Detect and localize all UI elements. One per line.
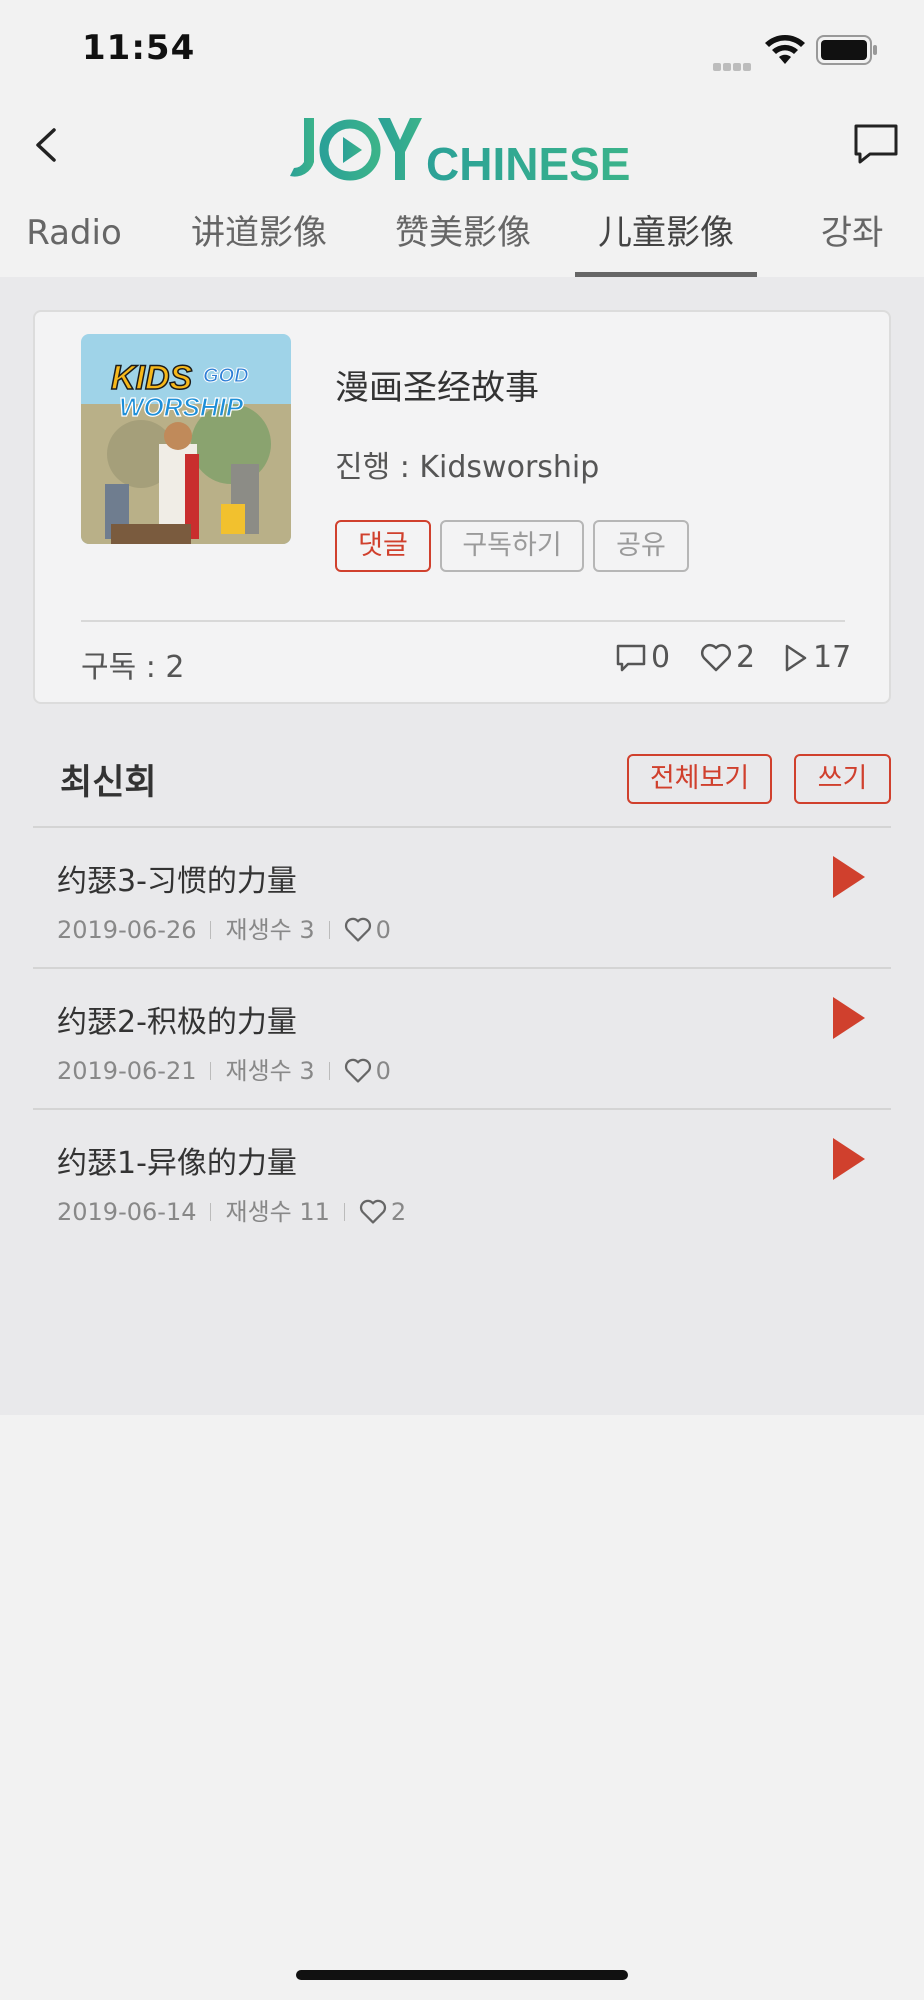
view-all-button[interactable]: 전체보기 (627, 754, 772, 804)
subscribe-button[interactable]: 구독하기 (440, 520, 584, 572)
content-area: KIDS GOD WORSHIP 漫画圣经故事 진행 : Kidsworship… (0, 277, 924, 1415)
category-tabs: Radio 讲道影像 赞美影像 儿童影像 강좌 (0, 205, 924, 277)
comment-icon (616, 644, 646, 672)
like-stat: 2 (700, 640, 755, 680)
episode-date: 2019-06-26 (57, 916, 197, 944)
comment-count: 0 (651, 640, 671, 675)
series-card: KIDS GOD WORSHIP 漫画圣经故事 진행 : Kidsworship… (33, 310, 891, 704)
episode-title: 约瑟3-习惯的力量 (57, 864, 297, 899)
share-button[interactable]: 공유 (593, 520, 689, 572)
episode-date: 2019-06-21 (57, 1057, 197, 1085)
episode-meta: 2019-06-26 재생수 3 0 (57, 910, 391, 945)
tab-children-video[interactable]: 儿童影像 (593, 205, 739, 277)
thumbnail-worship-text: WORSHIP (119, 392, 244, 422)
heart-icon (700, 643, 732, 672)
thumbnail-god-text: GOD (203, 365, 249, 387)
episode-meta: 2019-06-14 재생수 11 2 (57, 1192, 406, 1227)
tab-lecture[interactable]: 강좌 (820, 205, 884, 277)
episode-plays: 재생수 3 (225, 916, 315, 944)
episode-row[interactable]: 约瑟3-习惯的力量 2019-06-26 재생수 3 0 (33, 828, 891, 969)
card-divider (81, 620, 845, 622)
status-bar: 11:54 (0, 0, 924, 100)
series-title: 漫画圣经故事 (335, 368, 539, 408)
tab-sermon-video[interactable]: 讲道影像 (186, 205, 332, 277)
heart-icon (344, 1058, 371, 1083)
play-icon[interactable] (831, 1136, 867, 1182)
tab-praise-video[interactable]: 赞美影像 (390, 205, 536, 277)
comment-stat: 0 (615, 640, 670, 680)
episode-date: 2019-06-14 (57, 1198, 197, 1226)
message-icon[interactable] (850, 118, 902, 170)
episode-row[interactable]: 约瑟2-积极的力量 2019-06-21 재생수 3 0 (33, 969, 891, 1110)
back-arrow-icon[interactable] (22, 120, 72, 170)
episode-meta: 2019-06-21 재생수 3 0 (57, 1051, 391, 1086)
series-thumbnail[interactable]: KIDS GOD WORSHIP (81, 334, 291, 544)
joy-chinese-logo: CHINESE (290, 118, 630, 190)
status-time: 11:54 (82, 28, 196, 68)
play-count: 17 (813, 640, 852, 675)
heart-icon (344, 917, 371, 942)
episode-plays: 재생수 11 (225, 1198, 330, 1226)
episode-plays: 재생수 3 (225, 1057, 315, 1085)
subscriber-count: 구독 : 2 (81, 650, 185, 685)
wifi-icon (765, 35, 805, 64)
battery-icon (816, 35, 877, 65)
play-outline-icon (785, 644, 807, 672)
cellular-signal-icon (713, 56, 755, 71)
episode-title: 约瑟2-积极的力量 (57, 1005, 297, 1040)
tab-radio[interactable]: Radio (26, 205, 122, 277)
play-icon[interactable] (831, 854, 867, 900)
like-count: 2 (736, 640, 756, 675)
episode-likes: 2 (390, 1198, 407, 1226)
heart-icon (359, 1199, 386, 1224)
episode-likes: 0 (375, 1057, 391, 1085)
home-indicator[interactable] (296, 1970, 628, 1980)
latest-section-title: 최신회 (60, 763, 157, 803)
logo-chinese-text: CHINESE (426, 138, 630, 190)
comment-button[interactable]: 댓글 (335, 520, 431, 572)
play-stat: 17 (783, 640, 851, 680)
app-header: CHINESE (0, 100, 924, 190)
episode-row[interactable]: 约瑟1-异像的力量 2019-06-14 재생수 11 2 (33, 1110, 891, 1251)
write-button[interactable]: 쓰기 (794, 754, 891, 804)
episode-likes: 0 (375, 916, 391, 944)
play-icon[interactable] (831, 995, 867, 1041)
episode-title: 约瑟1-异像的力量 (57, 1146, 297, 1181)
series-host: 진행 : Kidsworship (335, 450, 600, 485)
